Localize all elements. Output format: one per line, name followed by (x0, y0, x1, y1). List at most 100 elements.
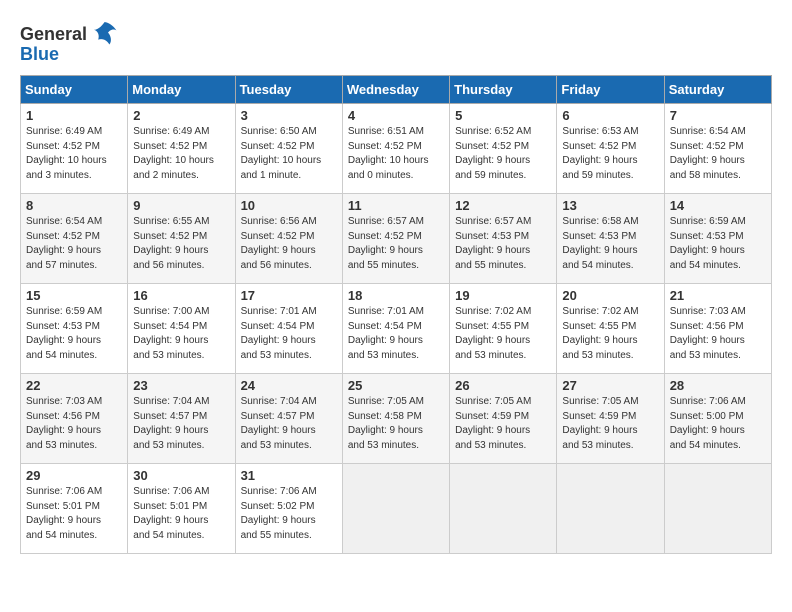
day-number: 24 (241, 378, 337, 393)
cell-info: Sunrise: 7:02 AMSunset: 4:55 PMDaylight:… (562, 305, 658, 363)
logo: General Blue (20, 20, 122, 65)
calendar-cell: 22 Sunrise: 7:03 AMSunset: 4:56 PMDayligh… (21, 374, 128, 464)
cell-info: Sunrise: 7:00 AMSunset: 4:54 PMDaylight:… (133, 305, 229, 363)
week-row-2: 8Sunrise: 6:54 AMSunset: 4:52 PMDaylight… (21, 194, 772, 284)
day-number: 15 (26, 288, 122, 303)
cell-info: Sunrise: 7:05 AMSunset: 4:58 PMDaylight:… (348, 395, 444, 453)
calendar-cell: 4 Sunrise: 6:51 AMSunset: 4:52 PMDaylight… (342, 104, 449, 194)
day-number: 22 (26, 378, 122, 393)
calendar-table: SundayMondayTuesdayWednesdayThursdayFrid… (20, 75, 772, 554)
calendar-cell: 26Sunrise: 7:05 AMSunset: 4:59 PMDayligh… (450, 374, 557, 464)
cell-info: Sunrise: 7:03 AMSunset: 4:56 PMDaylight:… (670, 305, 766, 363)
day-number: 28 (670, 378, 766, 393)
calendar-cell: 19 Sunrise: 7:02 AMSunset: 4:55 PMDayligh… (450, 284, 557, 374)
cell-info: Sunrise: 6:55 AMSunset: 4:52 PMDaylight:… (133, 215, 229, 273)
day-number: 31 (241, 468, 337, 483)
calendar-cell: 23 Sunrise: 7:04 AMSunset: 4:57 PMDayligh… (128, 374, 235, 464)
day-number: 27 (562, 378, 658, 393)
header-sunday: Sunday (21, 76, 128, 104)
calendar-cell: 10 Sunrise: 6:56 AMSunset: 4:52 PMDayligh… (235, 194, 342, 284)
calendar-cell: 17Sunrise: 7:01 AMSunset: 4:54 PMDayligh… (235, 284, 342, 374)
day-number: 13 (562, 198, 658, 213)
cell-info: Sunrise: 7:03 AMSunset: 4:56 PMDaylight:… (26, 395, 122, 453)
calendar-cell (557, 464, 664, 554)
cell-info: Sunrise: 6:51 AMSunset: 4:52 PMDaylight:… (348, 125, 444, 183)
cell-info: Sunrise: 6:54 AMSunset: 4:52 PMDaylight:… (670, 125, 766, 183)
calendar-cell: 6 Sunrise: 6:53 AMSunset: 4:52 PMDaylight… (557, 104, 664, 194)
day-number: 29 (26, 468, 122, 483)
calendar-cell: 31 Sunrise: 7:06 AMSunset: 5:02 PMDayligh… (235, 464, 342, 554)
calendar-cell: 11 Sunrise: 6:57 AMSunset: 4:52 PMDayligh… (342, 194, 449, 284)
calendar-cell: 13Sunrise: 6:58 AMSunset: 4:53 PMDayligh… (557, 194, 664, 284)
week-row-1: 1 Sunrise: 6:49 AMSunset: 4:52 PMDaylight… (21, 104, 772, 194)
day-number: 1 (26, 108, 122, 123)
calendar-cell: 25 Sunrise: 7:05 AMSunset: 4:58 PMDayligh… (342, 374, 449, 464)
calendar-cell: 18Sunrise: 7:01 AMSunset: 4:54 PMDayligh… (342, 284, 449, 374)
calendar-cell: 30Sunrise: 7:06 AMSunset: 5:01 PMDayligh… (128, 464, 235, 554)
day-number: 19 (455, 288, 551, 303)
week-row-5: 29 Sunrise: 7:06 AMSunset: 5:01 PMDayligh… (21, 464, 772, 554)
calendar-cell: 15 Sunrise: 6:59 AMSunset: 4:53 PMDayligh… (21, 284, 128, 374)
day-number: 4 (348, 108, 444, 123)
header-tuesday: Tuesday (235, 76, 342, 104)
cell-info: Sunrise: 7:06 AMSunset: 5:00 PMDaylight:… (670, 395, 766, 453)
logo-bird-icon (87, 20, 122, 48)
day-number: 5 (455, 108, 551, 123)
cell-info: Sunrise: 6:56 AMSunset: 4:52 PMDaylight:… (241, 215, 337, 273)
cell-info: Sunrise: 7:06 AMSunset: 5:02 PMDaylight:… (241, 485, 337, 543)
calendar-cell: 24 Sunrise: 7:04 AMSunset: 4:57 PMDayligh… (235, 374, 342, 464)
calendar-cell: 7 Sunrise: 6:54 AMSunset: 4:52 PMDaylight… (664, 104, 771, 194)
cell-info: Sunrise: 7:04 AMSunset: 4:57 PMDaylight:… (241, 395, 337, 453)
calendar-cell: 2 Sunrise: 6:49 AMSunset: 4:52 PMDaylight… (128, 104, 235, 194)
cell-info: Sunrise: 7:04 AMSunset: 4:57 PMDaylight:… (133, 395, 229, 453)
cell-info: Sunrise: 6:53 AMSunset: 4:52 PMDaylight:… (562, 125, 658, 183)
logo-general-text: General (20, 24, 87, 45)
cell-info: Sunrise: 7:01 AMSunset: 4:54 PMDaylight:… (348, 305, 444, 363)
calendar-cell: 29Sunrise: 7:06 AMSunset: 5:01 PMDayligh… (21, 464, 128, 554)
logo-blue-text: Blue (20, 44, 59, 65)
cell-info: Sunrise: 6:57 AMSunset: 4:53 PMDaylight:… (455, 215, 551, 273)
day-number: 11 (348, 198, 444, 213)
cell-info: Sunrise: 6:59 AMSunset: 4:53 PMDaylight:… (670, 215, 766, 273)
calendar-cell: 3Sunrise: 6:50 AMSunset: 4:52 PMDaylight… (235, 104, 342, 194)
calendar-cell (450, 464, 557, 554)
cell-info: Sunrise: 6:49 AMSunset: 4:52 PMDaylight:… (133, 125, 229, 183)
day-number: 14 (670, 198, 766, 213)
cell-info: Sunrise: 7:06 AMSunset: 5:01 PMDaylight:… (133, 485, 229, 543)
day-number: 10 (241, 198, 337, 213)
calendar-cell: 1 Sunrise: 6:49 AMSunset: 4:52 PMDaylight… (21, 104, 128, 194)
cell-info: Sunrise: 6:59 AMSunset: 4:53 PMDaylight:… (26, 305, 122, 363)
header: General Blue (20, 20, 772, 65)
header-friday: Friday (557, 76, 664, 104)
calendar-cell: 27 Sunrise: 7:05 AMSunset: 4:59 PMDayligh… (557, 374, 664, 464)
day-number: 8 (26, 198, 122, 213)
cell-info: Sunrise: 6:49 AMSunset: 4:52 PMDaylight:… (26, 125, 122, 183)
day-number: 23 (133, 378, 229, 393)
cell-info: Sunrise: 7:05 AMSunset: 4:59 PMDaylight:… (562, 395, 658, 453)
day-number: 20 (562, 288, 658, 303)
calendar-cell: 28 Sunrise: 7:06 AMSunset: 5:00 PMDayligh… (664, 374, 771, 464)
calendar-cell: 12Sunrise: 6:57 AMSunset: 4:53 PMDayligh… (450, 194, 557, 284)
header-wednesday: Wednesday (342, 76, 449, 104)
calendar-cell: 21 Sunrise: 7:03 AMSunset: 4:56 PMDayligh… (664, 284, 771, 374)
calendar-cell: 20 Sunrise: 7:02 AMSunset: 4:55 PMDayligh… (557, 284, 664, 374)
header-thursday: Thursday (450, 76, 557, 104)
day-number: 6 (562, 108, 658, 123)
cell-info: Sunrise: 7:02 AMSunset: 4:55 PMDaylight:… (455, 305, 551, 363)
day-number: 9 (133, 198, 229, 213)
cell-info: Sunrise: 6:50 AMSunset: 4:52 PMDaylight:… (241, 125, 337, 183)
day-number: 21 (670, 288, 766, 303)
week-row-4: 22 Sunrise: 7:03 AMSunset: 4:56 PMDayligh… (21, 374, 772, 464)
calendar-cell (342, 464, 449, 554)
calendar-cell: 8Sunrise: 6:54 AMSunset: 4:52 PMDaylight… (21, 194, 128, 284)
header-monday: Monday (128, 76, 235, 104)
day-number: 16 (133, 288, 229, 303)
cell-info: Sunrise: 6:57 AMSunset: 4:52 PMDaylight:… (348, 215, 444, 273)
cell-info: Sunrise: 7:05 AMSunset: 4:59 PMDaylight:… (455, 395, 551, 453)
header-saturday: Saturday (664, 76, 771, 104)
day-number: 7 (670, 108, 766, 123)
day-number: 2 (133, 108, 229, 123)
calendar-cell: 16 Sunrise: 7:00 AMSunset: 4:54 PMDayligh… (128, 284, 235, 374)
day-number: 25 (348, 378, 444, 393)
calendar-cell: 5Sunrise: 6:52 AMSunset: 4:52 PMDaylight… (450, 104, 557, 194)
